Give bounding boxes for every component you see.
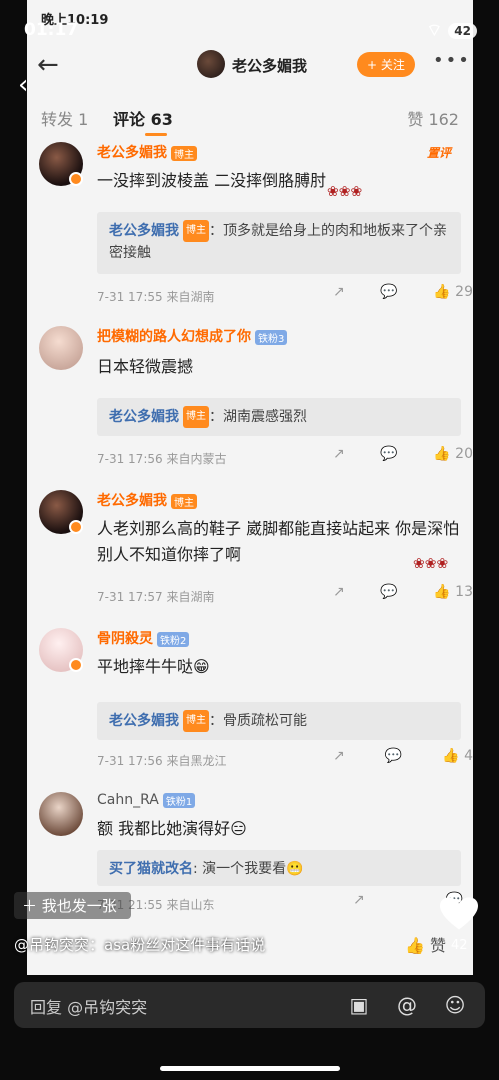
blogger-badge: 博主 xyxy=(171,493,197,509)
rose-decoration-icon: ❀❀❀ xyxy=(327,184,363,200)
reply-bar: 回复 @吊钩突突 ▣ @ ☺ xyxy=(14,982,485,1028)
emoji-icon[interactable]: ☺ xyxy=(442,992,468,1018)
like-button[interactable]: 👍 29 xyxy=(433,284,473,300)
verified-icon xyxy=(69,172,83,186)
reply-icon[interactable]: 💬 xyxy=(380,446,397,462)
status-time: 01:17 xyxy=(24,20,79,40)
avatar[interactable] xyxy=(39,326,83,370)
like-button[interactable]: 👍 4 xyxy=(442,748,473,764)
phone-screen: 01:17 ⌔ 42 ‹ 晚上10:19 ← 老公多媚我 + 关注 ••• 转发… xyxy=(0,0,499,1080)
comment-text: 日本轻微震撼 xyxy=(97,357,194,376)
heart-icon[interactable] xyxy=(440,897,478,931)
verified-icon xyxy=(69,658,83,672)
outer-status-bar: 01:17 ⌔ 42 xyxy=(0,0,499,46)
tab-bar: 转发 1 评论 63 赞 162 xyxy=(27,100,473,136)
comment-author[interactable]: 老公多媚我 博主 xyxy=(97,490,197,510)
wifi-icon: ⌔ xyxy=(426,21,443,41)
share-icon[interactable]: ↗ xyxy=(333,284,345,300)
blogger-badge: 博主 xyxy=(171,145,197,161)
like-button[interactable]: 👍 20 xyxy=(433,446,473,462)
comment-author[interactable]: 骨阴殺灵 铁粉2 xyxy=(97,628,190,648)
mention-icon[interactable]: @ xyxy=(394,992,420,1018)
comment-text: 额 我都比她演得好😑 xyxy=(97,819,247,838)
follow-button[interactable]: + 关注 xyxy=(357,52,415,77)
video-caption: @吊钩突突：asa粉丝对这件事有话说 xyxy=(14,936,266,954)
share-icon[interactable]: ↗ xyxy=(353,892,365,908)
heart-count: 42 xyxy=(451,938,468,953)
comment-actions: ↗ 💬 👍 29 xyxy=(333,284,473,300)
reply-preview[interactable]: 老公多媚我 博主 ：湖南震感强烈 xyxy=(97,398,461,436)
fan-badge: 铁粉3 xyxy=(255,329,288,345)
post-also-button[interactable]: ＋ 我也发一张 xyxy=(14,892,131,919)
comment-author[interactable]: Cahn_RA 铁粉1 xyxy=(97,792,196,808)
comment-text: 人老刘那么高的鞋子 崴脚都能直接站起来 你是深怕别人不知道你摔了啊 xyxy=(97,519,460,564)
share-icon[interactable]: ↗ xyxy=(333,446,345,462)
comment-item: 骨阴殺灵 铁粉2 平地摔牛牛哒😁 老公多媚我 博主 ：骨质疏松可能 7-31 17:5… xyxy=(27,628,473,768)
reply-preview[interactable]: 老公多媚我 博主 ：顶多就是给身上的肉和地板来了个亲密接触 xyxy=(97,212,461,274)
reply-icon[interactable]: 💬 xyxy=(380,584,397,600)
comment-text: 一没摔到波棱盖 二没摔倒胳膊肘 xyxy=(97,171,327,190)
outer-back-icon[interactable]: ‹ xyxy=(18,70,28,100)
tab-repost[interactable]: 转发 1 xyxy=(41,106,88,130)
comment-item: 把模糊的路人幻想成了你 铁粉3 日本轻微震撼 老公多媚我 博主 ：湖南震感强烈 7-3… xyxy=(27,326,473,476)
home-indicator xyxy=(160,1066,340,1071)
comment-actions: ↗ 💬 👍 13 xyxy=(333,584,473,600)
share-icon[interactable]: ↗ xyxy=(333,584,345,600)
comment-item: 老公多媚我 博主 人老刘那么高的鞋子 崴脚都能直接站起来 你是深怕别人不知道你摔了… xyxy=(27,490,473,608)
status-icons: ⌔ 42 xyxy=(426,20,477,41)
pinned-label: 置评 xyxy=(426,146,451,160)
tab-likes[interactable]: 赞 162 xyxy=(407,106,459,130)
comment-meta: 7-31 17:56 来自黑龙江 xyxy=(97,754,227,768)
like-post-button[interactable]: 👍 赞 xyxy=(405,932,446,956)
comment-meta: 7-31 17:56 来自内蒙古 xyxy=(97,452,227,466)
reply-icon[interactable]: 💬 xyxy=(385,748,402,764)
comment-author[interactable]: 把模糊的路人幻想成了你 铁粉3 xyxy=(97,326,288,346)
comment-actions: ↗ 💬 👍 4 xyxy=(333,748,473,764)
fan-badge: 铁粉2 xyxy=(157,631,190,647)
post-header: ← 老公多媚我 + 关注 ••• xyxy=(27,40,473,92)
back-arrow-icon[interactable]: ← xyxy=(37,50,59,80)
reply-input[interactable]: 回复 @吊钩突突 xyxy=(30,994,147,1018)
author-name[interactable]: 老公多媚我 xyxy=(232,55,307,76)
like-button[interactable]: 👍 13 xyxy=(433,584,473,600)
fan-badge: 铁粉1 xyxy=(162,792,196,808)
comment-actions: ↗ 💬 👍 20 xyxy=(333,446,473,462)
tab-comments[interactable]: 评论 63 xyxy=(113,106,173,130)
image-icon[interactable]: ▣ xyxy=(346,992,372,1018)
reply-icon[interactable]: 💬 xyxy=(380,284,397,300)
reply-preview[interactable]: 老公多媚我 博主 ：骨质疏松可能 xyxy=(97,702,461,740)
battery-indicator: 42 xyxy=(448,22,477,39)
rose-decoration-icon: ❀❀❀ xyxy=(413,556,449,572)
comment-meta: 7-31 17:55 来自湖南 xyxy=(97,290,215,304)
comment-item: 老公多媚我 博主 置评 一没摔到波棱盖 二没摔倒胳膊肘 ❀❀❀ 老公多媚我 博主 ：顶… xyxy=(27,142,473,312)
author-avatar[interactable] xyxy=(197,50,225,78)
embedded-screenshot: 晚上10:19 ← 老公多媚我 + 关注 ••• 转发 1 评论 63 赞 16… xyxy=(27,0,473,975)
share-icon[interactable]: ↗ xyxy=(333,748,345,764)
comment-meta: 7-31 17:57 来自湖南 xyxy=(97,590,215,604)
avatar[interactable] xyxy=(39,792,83,836)
reply-preview[interactable]: 买了猫就改名: 演一个我要看😬 xyxy=(97,850,461,886)
more-icon[interactable]: ••• xyxy=(433,50,471,71)
comment-text: 平地摔牛牛哒😁 xyxy=(97,657,210,676)
active-tab-indicator xyxy=(145,133,167,136)
comment-author[interactable]: 老公多媚我 博主 xyxy=(97,142,197,162)
verified-icon xyxy=(69,520,83,534)
